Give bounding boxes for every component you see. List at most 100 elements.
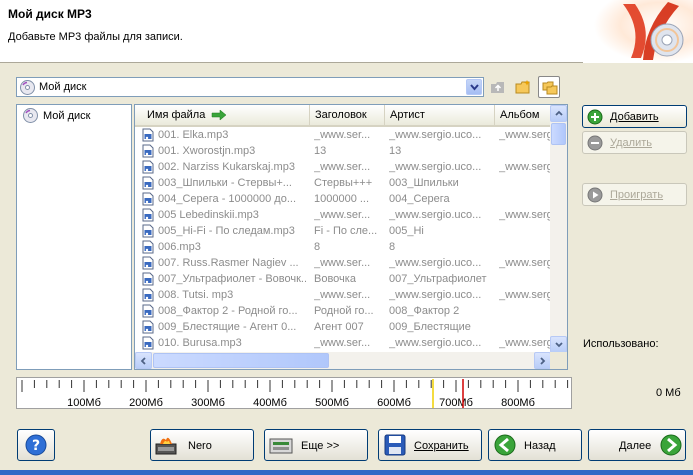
folders-icon bbox=[542, 81, 558, 95]
cell-name: 006.mp3 bbox=[158, 241, 201, 253]
play-circle-icon bbox=[587, 187, 603, 203]
cell-name: 010. Burusa.mp3 bbox=[158, 337, 242, 349]
cell-album: _www.serg bbox=[499, 289, 551, 301]
tree-node-my-disc[interactable]: Мой диск bbox=[23, 108, 90, 126]
cell-album: _www.serg bbox=[499, 129, 551, 141]
ruler-tick-label: 100Мб bbox=[67, 397, 101, 409]
file-row[interactable]: 007_Ультрафиолет - Вовочк... Вовочка 007_У… bbox=[135, 271, 551, 287]
remove-button[interactable]: Удалить bbox=[582, 131, 687, 154]
chevron-left-icon bbox=[140, 357, 146, 365]
column-header-artist[interactable]: Артист bbox=[385, 105, 495, 125]
cell-album: _www.serg bbox=[499, 337, 551, 349]
audio-file-icon bbox=[142, 288, 154, 302]
scroll-corner bbox=[550, 352, 567, 369]
cell-title: Стервы+++ bbox=[314, 177, 373, 189]
chevron-right-icon bbox=[540, 357, 546, 365]
column-header-title[interactable]: Заголовок bbox=[310, 105, 385, 125]
audio-file-icon bbox=[142, 128, 154, 142]
scroll-up-button[interactable] bbox=[550, 105, 567, 122]
cell-title: _www.ser... bbox=[314, 129, 371, 141]
cell-name: 007. Russ.Rasmer Nagiev ... bbox=[158, 257, 299, 269]
cell-artist: 009_Блестящие bbox=[389, 321, 471, 333]
cell-name: 007_Ультрафиолет - Вовочк... bbox=[158, 273, 306, 285]
cell-album: _www.serg bbox=[499, 209, 551, 221]
help-button[interactable]: ? bbox=[17, 429, 55, 461]
new-folder-button[interactable] bbox=[512, 76, 534, 98]
ruler-tick-label: 500Мб bbox=[315, 397, 349, 409]
cell-artist: _www.sergio.uco... bbox=[389, 209, 482, 221]
used-space-value: 0 Мб bbox=[656, 387, 681, 399]
help-icon: ? bbox=[25, 434, 47, 456]
audio-file-icon bbox=[142, 336, 154, 350]
floppy-icon bbox=[384, 434, 406, 456]
tree-node-label: Мой диск bbox=[43, 110, 91, 122]
cell-artist: _www.sergio.uco... bbox=[389, 161, 482, 173]
horizontal-scroll-thumb[interactable] bbox=[153, 353, 329, 368]
file-row[interactable]: 001. Xworostjn.mp3 13 13 bbox=[135, 143, 551, 159]
file-row[interactable]: 008. Tutsi. mp3 _www.ser... _www.sergio.uc… bbox=[135, 287, 551, 303]
ruler-tick-label: 600Мб bbox=[377, 397, 411, 409]
column-header-filename[interactable]: Имя файла bbox=[135, 105, 310, 125]
cell-name: 005_Hi-Fi - По следам.mp3 bbox=[158, 225, 295, 237]
cell-name: 003_Шпильки - Стервы+... bbox=[158, 177, 292, 189]
list-header: Имя файла Заголовок Артист Альбом bbox=[135, 105, 551, 127]
file-row[interactable]: 008_Фактор 2 - Родной го... Родной го... 0… bbox=[135, 303, 551, 319]
file-row[interactable]: 006.mp3 8 8 bbox=[135, 239, 551, 255]
file-row[interactable]: 009_Блестящие - Агент 0... Агент 007 009_Б… bbox=[135, 319, 551, 335]
next-button[interactable]: Далее bbox=[588, 429, 686, 461]
vertical-scrollbar[interactable] bbox=[550, 105, 567, 353]
cell-artist: 008_Фактор 2 bbox=[389, 305, 460, 317]
back-button[interactable]: Назад bbox=[488, 429, 582, 461]
cell-name: 004_Серега - 1000000 до... bbox=[158, 193, 297, 205]
save-button[interactable]: Сохранить bbox=[378, 429, 482, 461]
file-row[interactable]: 005 Lebedinskii.mp3 _www.ser... _www.sergi… bbox=[135, 207, 551, 223]
horizontal-scrollbar[interactable] bbox=[135, 352, 551, 369]
drive-icon bbox=[269, 438, 293, 454]
ruler-tick-label: 300Мб bbox=[191, 397, 225, 409]
more-button[interactable]: Еще >> bbox=[264, 429, 368, 461]
nero-button[interactable]: Nero bbox=[150, 429, 254, 461]
file-list[interactable]: Имя файла Заголовок Артист Альбом 001. E… bbox=[134, 104, 568, 370]
disc-icon bbox=[23, 108, 38, 123]
file-row[interactable]: 005_Hi-Fi - По следам.mp3 Fi - По сле... 0… bbox=[135, 223, 551, 239]
ruler-tick-label: 400Мб bbox=[253, 397, 287, 409]
file-row[interactable]: 003_Шпильки - Стервы+... Стервы+++ 003_Шпи… bbox=[135, 175, 551, 191]
audio-file-icon bbox=[142, 304, 154, 318]
cell-name: 008_Фактор 2 - Родной го... bbox=[158, 305, 298, 317]
column-header-album[interactable]: Альбом bbox=[495, 105, 551, 125]
chevron-down-icon bbox=[555, 342, 563, 348]
play-button[interactable]: Проиграть bbox=[582, 183, 687, 206]
vertical-scroll-thumb[interactable] bbox=[551, 123, 566, 145]
cell-title: _www.ser... bbox=[314, 337, 371, 349]
cell-title: 8 bbox=[314, 241, 321, 253]
file-row[interactable]: 007. Russ.Rasmer Nagiev ... _www.ser... _w… bbox=[135, 255, 551, 271]
cell-title: _www.ser... bbox=[314, 161, 371, 173]
location-dropdown-button[interactable] bbox=[466, 79, 482, 95]
scroll-down-button[interactable] bbox=[550, 336, 567, 353]
cell-name: 002. Narziss Kukarskaj.mp3 bbox=[158, 161, 295, 173]
cell-title: Fi - По сле... bbox=[314, 225, 378, 237]
view-options-button[interactable] bbox=[538, 76, 560, 98]
ruler-tick-label: 800Мб bbox=[501, 397, 535, 409]
nero-logo-icon bbox=[583, 0, 693, 63]
ruler-tick-label: 200Мб bbox=[129, 397, 163, 409]
file-row[interactable]: 001. Elka.mp3 _www.ser... _www.sergio.uco.… bbox=[135, 127, 551, 143]
arrow-right-circle-icon bbox=[660, 434, 682, 456]
cell-name: 009_Блестящие - Агент 0... bbox=[158, 321, 297, 333]
scroll-right-button[interactable] bbox=[534, 352, 551, 369]
cell-artist: 005_Hi bbox=[389, 225, 424, 237]
plus-circle-icon bbox=[587, 109, 603, 125]
file-row[interactable]: 010. Burusa.mp3 _www.ser... _www.sergio.uc… bbox=[135, 335, 551, 351]
location-combobox[interactable]: Мой диск bbox=[16, 77, 484, 97]
ruler-tick-label: 700Мб bbox=[439, 397, 473, 409]
add-button[interactable]: Добавить bbox=[582, 105, 687, 128]
cell-album: _www.serg bbox=[499, 161, 551, 173]
nero-burn-icon bbox=[155, 437, 177, 455]
audio-file-icon bbox=[142, 272, 154, 286]
folder-tree[interactable]: Мой диск bbox=[16, 104, 132, 370]
file-row[interactable]: 004_Серега - 1000000 до... 1000000 ... 004… bbox=[135, 191, 551, 207]
page-title: Мой диск MP3 bbox=[8, 7, 92, 21]
folder-up-button[interactable] bbox=[487, 76, 509, 98]
scroll-left-button[interactable] bbox=[135, 352, 152, 369]
file-row[interactable]: 002. Narziss Kukarskaj.mp3 _www.ser... _ww… bbox=[135, 159, 551, 175]
